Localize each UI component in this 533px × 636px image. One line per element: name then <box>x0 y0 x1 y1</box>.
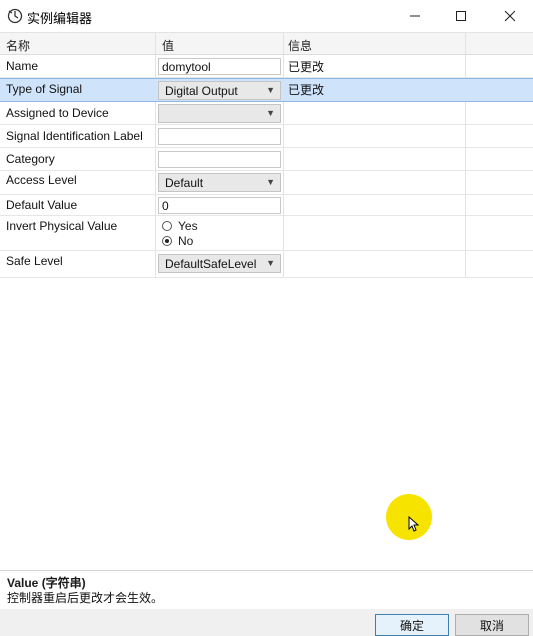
row-info: 已更改 <box>288 60 325 74</box>
row-info: 已更改 <box>288 83 325 97</box>
row-label: Safe Level <box>6 254 63 268</box>
close-icon <box>504 10 516 22</box>
name-input[interactable]: domytool <box>158 58 281 75</box>
row-invert-physical-value: Invert Physical Value Yes No <box>0 216 533 251</box>
chevron-down-icon: ▼ <box>266 108 275 118</box>
property-grid: 名称 值 信息 Name domytool 已更改 Type of Signal… <box>0 32 533 571</box>
row-label: Signal Identification Label <box>6 129 143 143</box>
signal-identification-input[interactable] <box>158 128 281 145</box>
column-header-value: 值 <box>162 39 175 53</box>
grid-header: 名称 值 信息 <box>0 33 533 55</box>
cancel-button[interactable]: 取消 <box>455 614 529 636</box>
category-input[interactable] <box>158 151 281 168</box>
row-safe-level: Safe Level DefaultSafeLevel ▼ <box>0 251 533 278</box>
maximize-button[interactable] <box>438 0 484 32</box>
row-default-value: Default Value 0 <box>0 195 533 216</box>
column-header-info: 信息 <box>288 39 313 53</box>
access-level-dropdown[interactable]: Default ▼ <box>158 173 281 192</box>
column-header-name: 名称 <box>6 39 31 53</box>
radio-yes[interactable]: Yes <box>162 219 198 233</box>
description-panel: Value (字符串) 控制器重启后更改才会生效。 <box>0 570 533 609</box>
row-signal-identification-label: Signal Identification Label <box>0 125 533 148</box>
row-label: Access Level <box>6 173 77 187</box>
mouse-cursor-icon <box>408 516 420 532</box>
row-category: Category <box>0 148 533 171</box>
radio-checked-icon <box>162 236 172 246</box>
row-name: Name domytool 已更改 <box>0 55 533 78</box>
row-label: Assigned to Device <box>6 106 109 120</box>
safe-level-dropdown[interactable]: DefaultSafeLevel ▼ <box>158 254 281 273</box>
radio-no[interactable]: No <box>162 234 193 248</box>
chevron-down-icon: ▼ <box>266 85 275 95</box>
radio-label: No <box>178 234 194 248</box>
window-title: 实例编辑器 <box>27 11 93 26</box>
ok-button[interactable]: 确定 <box>375 614 449 636</box>
minimize-icon <box>410 15 420 17</box>
maximize-icon <box>456 11 466 21</box>
row-label: Name <box>6 59 39 73</box>
signal-type-dropdown[interactable]: Digital Output ▼ <box>158 81 281 100</box>
minimize-button[interactable] <box>392 0 438 32</box>
default-value-input[interactable]: 0 <box>158 197 281 214</box>
instance-editor-window: 实例编辑器 名称 值 信息 Name domytool 已更改 Type of … <box>0 0 533 636</box>
app-icon <box>7 8 23 24</box>
row-label: Type of Signal <box>6 82 83 96</box>
radio-unchecked-icon <box>162 221 172 231</box>
row-assigned-to-device: Assigned to Device ▼ <box>0 102 533 125</box>
row-type-of-signal[interactable]: Type of Signal Digital Output ▼ 已更改 <box>0 78 533 102</box>
chevron-down-icon: ▼ <box>266 177 275 187</box>
row-access-level: Access Level Default ▼ <box>0 171 533 195</box>
row-label: Category <box>6 152 55 166</box>
device-dropdown[interactable]: ▼ <box>158 104 281 123</box>
dropdown-value: Default <box>165 176 204 190</box>
dropdown-value: Digital Output <box>165 84 238 98</box>
title-bar: 实例编辑器 <box>0 0 533 32</box>
row-label: Invert Physical Value <box>6 219 118 233</box>
description-text: 控制器重启后更改才会生效。 <box>7 591 164 605</box>
chevron-down-icon: ▼ <box>266 258 275 268</box>
radio-label: Yes <box>178 219 198 233</box>
close-button[interactable] <box>487 0 533 32</box>
dropdown-value: DefaultSafeLevel <box>165 257 257 271</box>
row-label: Default Value <box>6 198 78 212</box>
